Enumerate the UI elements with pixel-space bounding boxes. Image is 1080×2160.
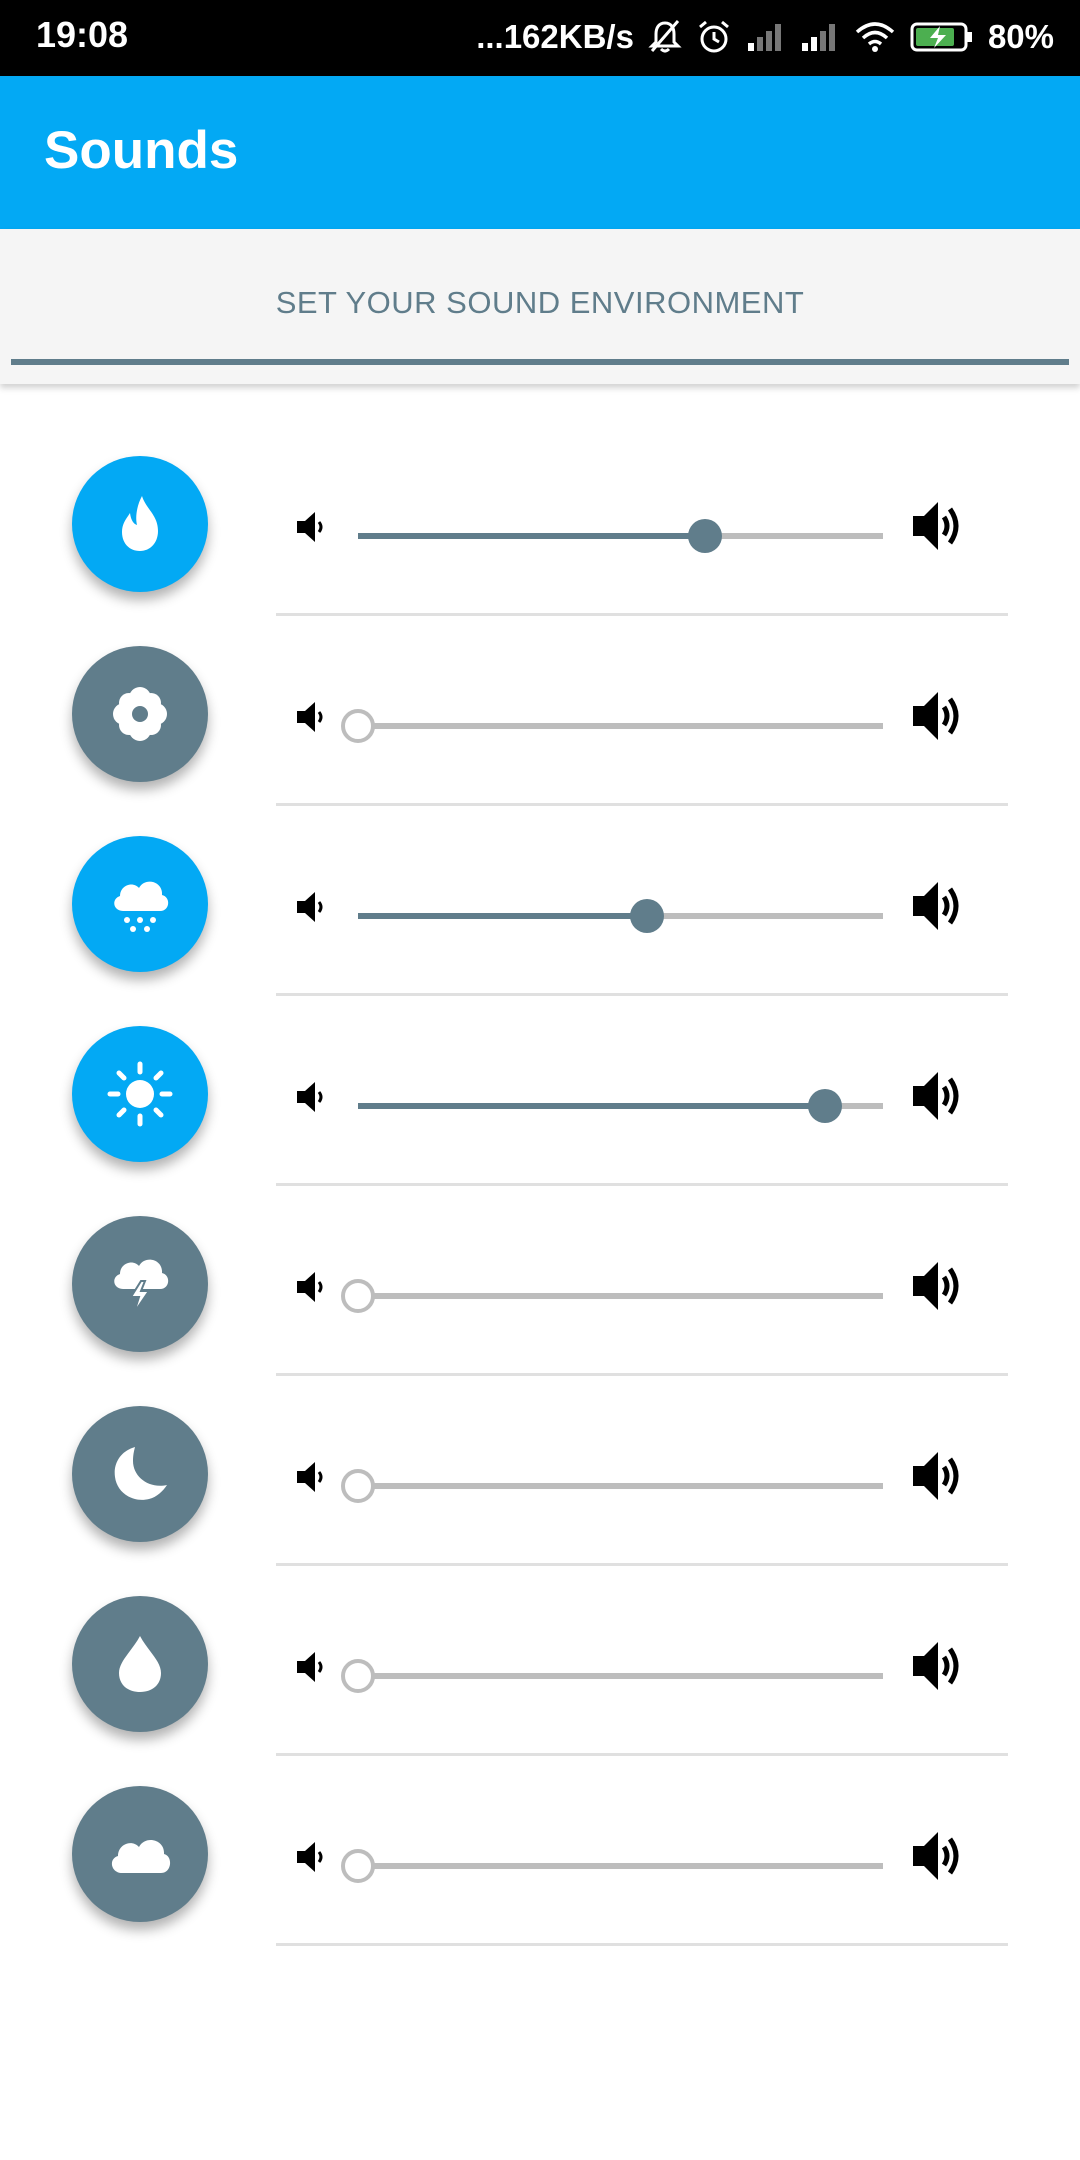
volume-low-icon bbox=[294, 1458, 330, 1501]
flower-icon bbox=[110, 684, 170, 744]
volume-low-icon bbox=[294, 1268, 330, 1311]
cloud-icon bbox=[106, 1831, 174, 1877]
alarm-icon bbox=[696, 19, 732, 55]
page-title: Sounds bbox=[44, 121, 239, 180]
row-divider bbox=[276, 613, 1008, 616]
status-right: ...162KB/s 80% bbox=[476, 12, 1054, 62]
volume-slider[interactable] bbox=[341, 1659, 883, 1693]
slider-thumb[interactable] bbox=[341, 1659, 375, 1693]
fire-icon bbox=[112, 493, 168, 555]
sound-row bbox=[0, 1786, 1080, 1976]
sound-row bbox=[0, 646, 1080, 836]
sound-toggle-button[interactable] bbox=[72, 1026, 208, 1162]
slider-fill bbox=[358, 1103, 826, 1109]
sound-row bbox=[0, 456, 1080, 646]
sound-row bbox=[0, 1406, 1080, 1596]
volume-slider[interactable] bbox=[358, 519, 883, 553]
slider-thumb[interactable] bbox=[341, 1279, 375, 1313]
volume-high-icon bbox=[910, 1828, 972, 1889]
volume-low-icon bbox=[294, 888, 330, 931]
row-divider bbox=[276, 993, 1008, 996]
sound-toggle-button[interactable] bbox=[72, 1596, 208, 1732]
volume-high-icon bbox=[910, 1448, 972, 1509]
battery-icon bbox=[910, 21, 974, 53]
slider-thumb[interactable] bbox=[808, 1089, 843, 1123]
storm-cloud-icon bbox=[107, 1251, 173, 1317]
wifi-icon bbox=[854, 20, 896, 54]
network-speed: ...162KB/s bbox=[476, 18, 634, 55]
tab-indicator bbox=[11, 359, 1069, 365]
sound-row bbox=[0, 1216, 1080, 1406]
volume-low-icon bbox=[294, 1648, 330, 1691]
sound-row bbox=[0, 1026, 1080, 1216]
sun-icon bbox=[107, 1061, 173, 1127]
volume-slider[interactable] bbox=[358, 899, 883, 933]
volume-low-icon bbox=[294, 1078, 330, 1121]
slider-track bbox=[358, 1293, 883, 1299]
volume-high-icon bbox=[910, 1638, 972, 1699]
volume-slider[interactable] bbox=[341, 1279, 883, 1313]
sound-toggle-button[interactable] bbox=[72, 1216, 208, 1352]
sound-toggle-button[interactable] bbox=[72, 1406, 208, 1542]
sound-toggle-button[interactable] bbox=[72, 456, 208, 592]
volume-slider[interactable] bbox=[341, 1469, 883, 1503]
slider-thumb[interactable] bbox=[341, 709, 375, 743]
volume-slider[interactable] bbox=[358, 1089, 883, 1123]
slider-thumb[interactable] bbox=[341, 1469, 375, 1503]
sound-row bbox=[0, 836, 1080, 1026]
volume-high-icon bbox=[910, 878, 972, 939]
sound-toggle-button[interactable] bbox=[72, 836, 208, 972]
moon-icon bbox=[109, 1443, 171, 1505]
volume-low-icon bbox=[294, 1838, 330, 1881]
row-divider bbox=[276, 1753, 1008, 1756]
volume-high-icon bbox=[910, 498, 972, 559]
slider-thumb[interactable] bbox=[341, 1849, 375, 1883]
row-divider bbox=[276, 1373, 1008, 1376]
status-bar: 19:08 ...162KB/s 80% bbox=[0, 0, 1080, 76]
signal-icon bbox=[746, 21, 786, 53]
volume-slider[interactable] bbox=[341, 709, 883, 743]
status-time: 19:08 bbox=[36, 14, 129, 55]
row-divider bbox=[276, 803, 1008, 806]
row-divider bbox=[276, 1183, 1008, 1186]
slider-track bbox=[358, 1483, 883, 1489]
slider-track bbox=[358, 1673, 883, 1679]
volume-high-icon bbox=[910, 1068, 972, 1129]
muted-bell-icon bbox=[648, 19, 682, 55]
volume-low-icon bbox=[294, 508, 330, 551]
sound-toggle-button[interactable] bbox=[72, 646, 208, 782]
slider-thumb[interactable] bbox=[687, 519, 722, 553]
sound-toggle-button[interactable] bbox=[72, 1786, 208, 1922]
sound-row bbox=[0, 1596, 1080, 1786]
row-divider bbox=[276, 1943, 1008, 1946]
signal-icon-2 bbox=[800, 21, 840, 53]
slider-fill bbox=[358, 533, 705, 539]
volume-slider[interactable] bbox=[341, 1849, 883, 1883]
volume-low-icon bbox=[294, 698, 330, 741]
slider-thumb[interactable] bbox=[629, 899, 664, 933]
slider-track bbox=[358, 1863, 883, 1869]
tab-sound-environment[interactable]: SET YOUR SOUND ENVIRONMENT bbox=[0, 285, 1080, 321]
volume-high-icon bbox=[910, 1258, 972, 1319]
tab-bar: SET YOUR SOUND ENVIRONMENT bbox=[0, 229, 1080, 384]
slider-track bbox=[358, 723, 883, 729]
app-bar: Sounds bbox=[0, 76, 1080, 229]
row-divider bbox=[276, 1563, 1008, 1566]
snow-cloud-icon bbox=[107, 873, 173, 935]
volume-high-icon bbox=[910, 688, 972, 749]
battery-percent: 80% bbox=[987, 18, 1054, 55]
water-drop-icon bbox=[115, 1633, 165, 1695]
slider-fill bbox=[358, 913, 647, 919]
